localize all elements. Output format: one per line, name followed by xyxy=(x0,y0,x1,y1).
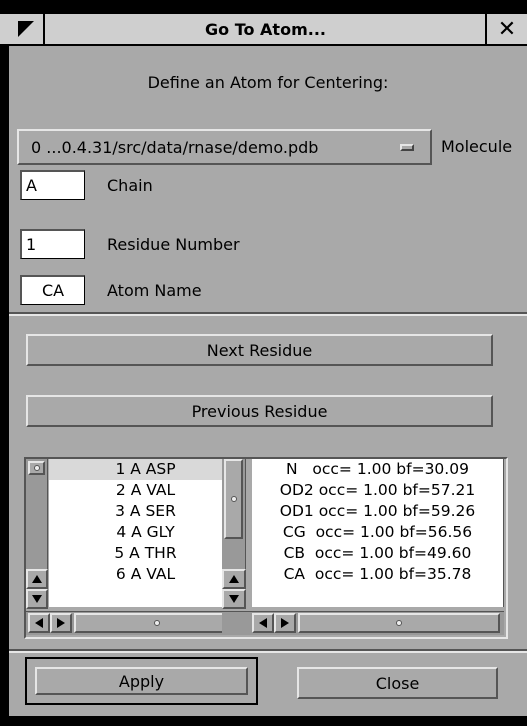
arrow-up-icon xyxy=(229,575,239,583)
close-window-button[interactable]: ✕ xyxy=(487,14,527,44)
close-icon: ✕ xyxy=(497,16,517,42)
chain-row: Chain xyxy=(20,170,153,200)
window-title: Go To Atom... xyxy=(46,14,487,44)
atom-hscroll-thumb[interactable] xyxy=(298,613,500,633)
window-menu-button[interactable] xyxy=(9,14,45,44)
chain-label: Chain xyxy=(107,175,153,195)
atom-list-item[interactable]: N occ= 1.00 bf=30.09 xyxy=(252,459,503,480)
apply-button[interactable]: Apply xyxy=(35,667,248,695)
atom-list-item[interactable]: OD2 occ= 1.00 bf=57.21 xyxy=(252,480,503,501)
residue-scroll-left-button[interactable] xyxy=(28,613,50,633)
close-button[interactable]: Close xyxy=(297,667,498,699)
atom-name-label: Atom Name xyxy=(107,280,202,300)
residue-list-item[interactable]: 1 A ASP xyxy=(49,459,242,480)
instruction-heading: Define an Atom for Centering: xyxy=(147,73,389,92)
atom-vertical-scrollbar[interactable] xyxy=(222,459,246,609)
atom-list-pane: N occ= 1.00 bf=30.09 OD2 occ= 1.00 bf=57… xyxy=(222,457,508,639)
atom-scroll-left-button[interactable] xyxy=(252,613,274,633)
residue-list-item[interactable]: 6 A VAL xyxy=(49,564,242,585)
chain-input[interactable] xyxy=(20,170,85,200)
separator xyxy=(9,649,527,653)
residue-number-label: Residue Number xyxy=(107,234,240,254)
residue-scroll-thumb[interactable] xyxy=(28,461,45,475)
residue-horizontal-scrollbar[interactable] xyxy=(26,611,244,635)
residue-scroll-down-button[interactable] xyxy=(26,589,48,609)
residue-list-pane: 1 A ASP 2 A VAL 3 A SER 4 A GLY 5 A THR … xyxy=(24,457,246,639)
residue-vertical-scrollbar[interactable] xyxy=(26,459,48,609)
previous-residue-button[interactable]: Previous Residue xyxy=(26,395,493,427)
arrow-left-icon xyxy=(259,618,267,628)
arrow-right-icon xyxy=(281,618,289,628)
next-residue-button[interactable]: Next Residue xyxy=(26,334,493,366)
atom-list-item[interactable]: CA occ= 1.00 bf=35.78 xyxy=(252,564,503,585)
atom-list-item[interactable]: CG occ= 1.00 bf=56.56 xyxy=(252,522,503,543)
atom-scroll-right-button[interactable] xyxy=(274,613,296,633)
residue-hscroll-thumb[interactable] xyxy=(74,613,240,633)
default-button-frame: Apply xyxy=(25,657,258,705)
residue-list-item[interactable]: 5 A THR xyxy=(49,543,242,564)
atom-list-item[interactable]: OD1 occ= 1.00 bf=59.26 xyxy=(252,501,503,522)
grip-dot-icon xyxy=(33,465,40,471)
molecule-selected-value: 0 ...0.4.31/src/data/rnase/demo.pdb xyxy=(31,137,319,157)
atom-listbox[interactable]: N occ= 1.00 bf=30.09 OD2 occ= 1.00 bf=57… xyxy=(252,459,504,607)
dialog-body: Define an Atom for Centering: 0 ...0.4.3… xyxy=(9,46,527,726)
grip-dot-icon xyxy=(230,496,237,502)
molecule-option-menu[interactable]: 0 ...0.4.31/src/data/rnase/demo.pdb xyxy=(17,129,432,165)
atom-scroll-down-button[interactable] xyxy=(222,589,246,609)
atom-horizontal-scrollbar[interactable] xyxy=(222,611,504,635)
arrow-left-icon xyxy=(35,618,43,628)
residue-scroll-right-button[interactable] xyxy=(50,613,72,633)
residue-list-item[interactable]: 4 A GLY xyxy=(49,522,242,543)
arrow-down-icon xyxy=(229,595,239,603)
arrow-up-icon xyxy=(32,575,42,583)
residue-number-row: Residue Number xyxy=(20,229,240,259)
residue-list-item[interactable]: 3 A SER xyxy=(49,501,242,522)
grip-dot-icon xyxy=(396,620,402,626)
residue-number-input[interactable] xyxy=(20,229,85,259)
arrow-down-icon xyxy=(32,595,42,603)
atom-scroll-thumb[interactable] xyxy=(224,459,243,539)
residue-listbox[interactable]: 1 A ASP 2 A VAL 3 A SER 4 A GLY 5 A THR … xyxy=(49,459,243,607)
window-frame xyxy=(0,46,9,726)
residue-scroll-up-button[interactable] xyxy=(26,569,48,589)
residue-list-item[interactable]: 2 A VAL xyxy=(49,480,242,501)
atom-list-item[interactable]: CB occ= 1.00 bf=49.60 xyxy=(252,543,503,564)
atom-scroll-up-button[interactable] xyxy=(222,569,246,589)
atom-name-row: Atom Name xyxy=(20,275,202,305)
grip-dot-icon xyxy=(154,620,160,626)
arrow-right-icon xyxy=(57,618,65,628)
window-frame-bottom xyxy=(9,716,527,726)
molecule-label: Molecule xyxy=(441,137,513,156)
option-menu-indicator-icon xyxy=(400,144,414,151)
separator xyxy=(9,312,527,316)
triangle-menu-icon xyxy=(18,21,34,37)
title-bar[interactable]: Go To Atom... ✕ xyxy=(0,0,527,46)
go-to-atom-dialog: Go To Atom... ✕ Define an Atom for Cente… xyxy=(0,0,527,726)
atom-name-input[interactable] xyxy=(20,275,85,305)
